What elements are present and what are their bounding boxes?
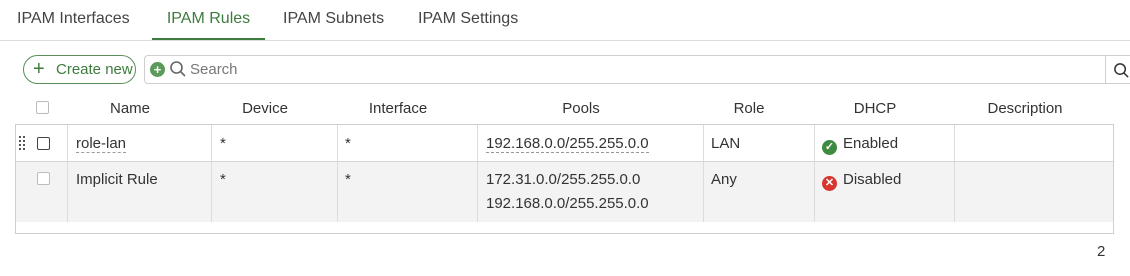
rules-table: role-lan * * 192.168.0.0/255.255.0.0 LAN… [15,124,1114,234]
add-filter-icon[interactable]: + [150,62,165,77]
column-header-description[interactable]: Description [955,100,1095,118]
tab-ipam-interfaces[interactable]: IPAM Interfaces [17,0,139,40]
check-circle-icon: ✓ [822,140,837,155]
table-row[interactable]: role-lan * * 192.168.0.0/255.255.0.0 LAN… [16,125,1113,162]
rule-interface: * [345,171,351,188]
column-header-device[interactable]: Device [212,100,318,118]
rule-interface: * [345,135,351,152]
search-button[interactable] [1105,55,1130,84]
row-checkbox[interactable] [37,172,50,185]
rule-device: * [220,135,226,152]
column-header-dhcp[interactable]: DHCP [815,100,935,118]
x-circle-icon: ✕ [822,176,837,191]
column-divider [703,125,704,222]
rule-role: Any [711,171,737,188]
rule-pool[interactable]: 192.168.0.0/255.255.0.0 [486,135,649,153]
column-divider [67,125,68,222]
column-divider [954,125,955,222]
column-divider [337,125,338,222]
column-divider [477,125,478,222]
plus-icon: + [33,58,45,80]
rule-name[interactable]: role-lan [76,135,127,153]
search-icon [169,60,187,83]
dhcp-status: ✓ Enabled [822,135,898,155]
tab-ipam-settings[interactable]: IPAM Settings [418,0,528,40]
create-new-button[interactable]: + Create new [23,55,136,84]
column-header-pools[interactable]: Pools [478,100,684,118]
column-divider [814,125,815,222]
table-row[interactable]: Implicit Rule * * 172.31.0.0/255.255.0.0… [16,162,1113,222]
column-header-interface[interactable]: Interface [338,100,458,118]
search-icon [1114,63,1129,78]
tab-ipam-subnets[interactable]: IPAM Subnets [283,0,393,40]
drag-handle-icon[interactable] [19,136,27,150]
rule-name: Implicit Rule [76,171,158,188]
tab-bar: IPAM Interfaces IPAM Rules IPAM Subnets … [0,0,1130,41]
search-bar: + [144,55,1106,84]
record-count: 2 [1097,243,1106,260]
select-all-checkbox[interactable] [36,101,49,114]
column-header-role[interactable]: Role [704,100,794,118]
search-input[interactable] [190,59,1090,80]
rule-device: * [220,171,226,188]
column-divider [211,125,212,222]
column-header-name[interactable]: Name [70,100,190,118]
rule-pool: 192.168.0.0/255.255.0.0 [486,195,649,212]
row-checkbox[interactable] [37,137,50,150]
tab-ipam-rules[interactable]: IPAM Rules [152,0,265,40]
dhcp-status: ✕ Disabled [822,171,901,191]
rule-pool: 172.31.0.0/255.255.0.0 [486,171,641,188]
rule-role: LAN [711,135,741,152]
create-new-label: Create new [56,61,133,78]
